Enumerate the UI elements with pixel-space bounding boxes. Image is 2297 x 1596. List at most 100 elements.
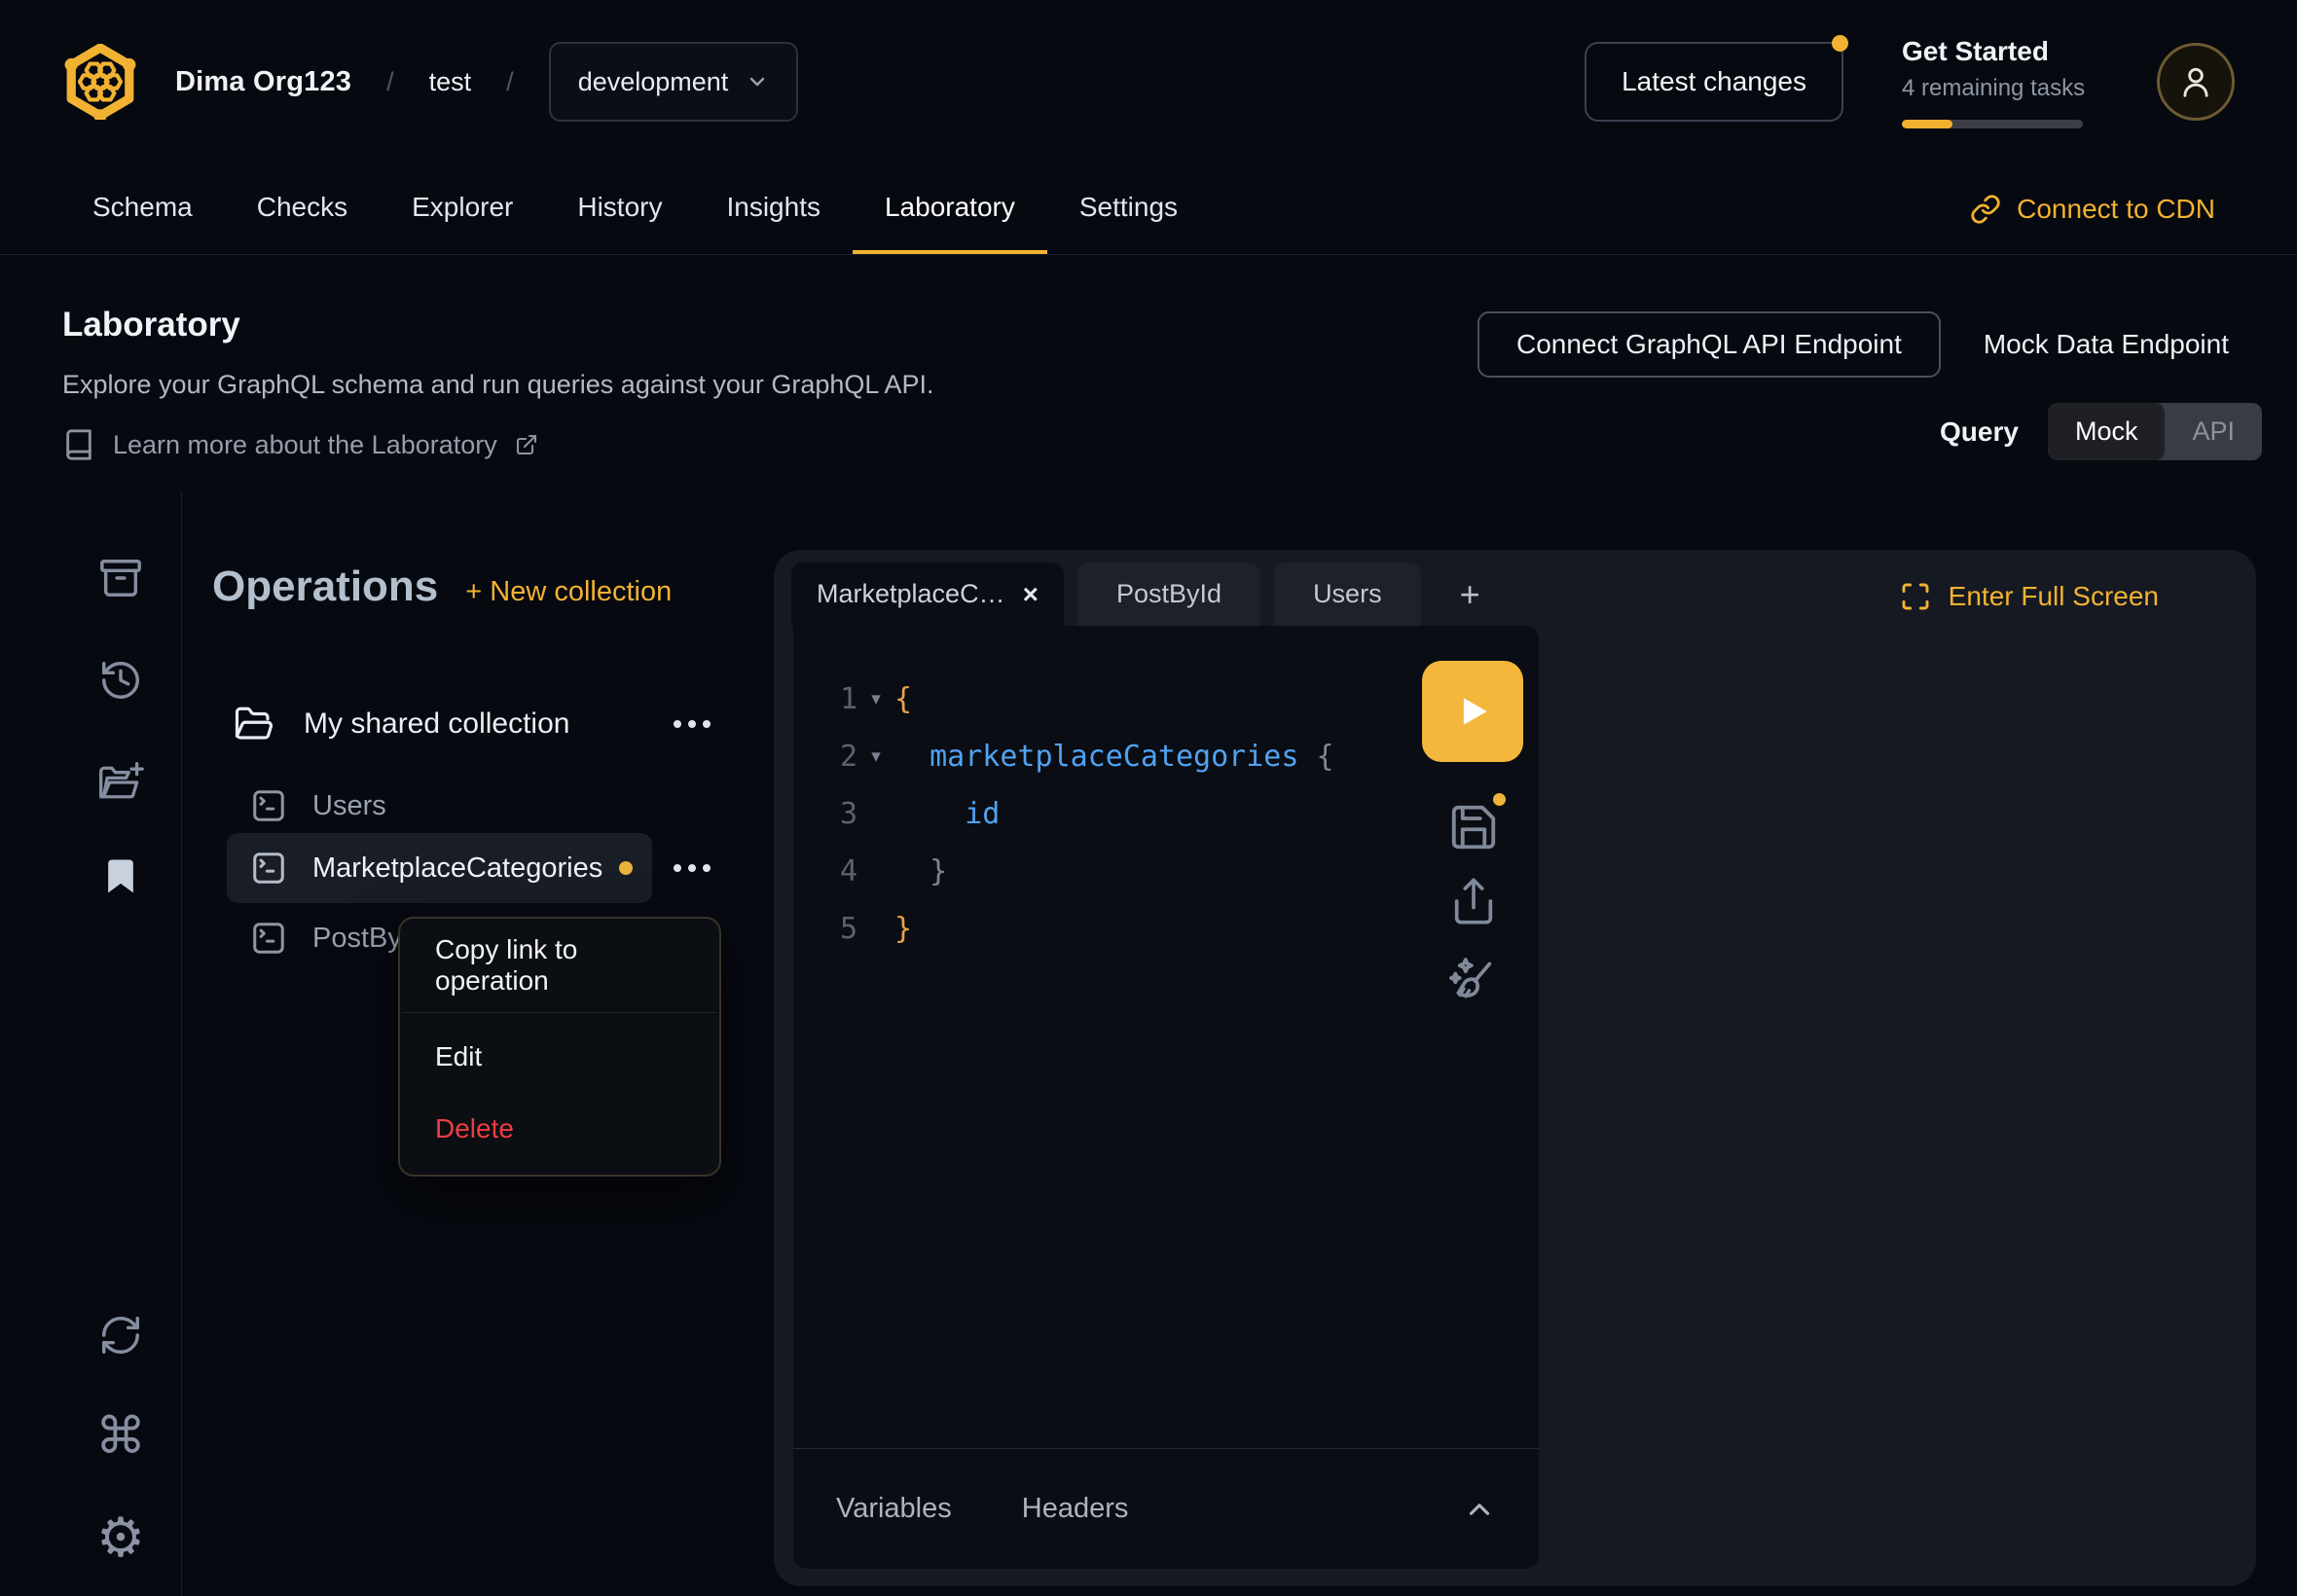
tab-checks[interactable]: Checks (225, 163, 380, 254)
external-link-icon (515, 433, 538, 456)
latest-changes-button[interactable]: Latest changes (1585, 42, 1843, 122)
get-started-subtitle: 4 remaining tasks (1902, 75, 2087, 102)
operation-label: Users (312, 790, 386, 822)
headers-tab[interactable]: Headers (1022, 1493, 1129, 1525)
endpoint-actions: Connect GraphQL API Endpoint Mock Data E… (1477, 311, 2229, 378)
operations-header: Operations + New collection (212, 562, 672, 611)
breadcrumb: Dima Org123 / test / development (175, 42, 798, 122)
query-editor-pane: 1▾{2▾ marketplaceCategories {3 id4 }5} V… (793, 626, 1539, 1569)
archive-icon (98, 556, 143, 600)
breadcrumb-org[interactable]: Dima Org123 (175, 66, 351, 98)
variables-tab[interactable]: Variables (836, 1493, 952, 1525)
connect-endpoint-button[interactable]: Connect GraphQL API Endpoint (1477, 311, 1941, 378)
rail-new-folder-button[interactable] (97, 759, 144, 806)
breadcrumb-project[interactable]: test (429, 67, 472, 97)
collection-my-shared[interactable]: My shared collection (234, 691, 652, 757)
collection-name: My shared collection (304, 707, 569, 741)
gear-icon: ⚙ (96, 1505, 145, 1570)
close-tab-icon[interactable]: × (1023, 579, 1039, 610)
mode-mock[interactable]: Mock (2048, 403, 2166, 460)
operation-label: MarketplaceCategories (312, 852, 602, 885)
laboratory-page: Dima Org123 / test / development Latest … (0, 0, 2297, 1596)
rail-settings-button[interactable]: ⚙ (97, 1514, 144, 1561)
operation-context-menu: Copy link to operation Edit Delete (398, 917, 721, 1177)
rail-collections-button[interactable] (97, 555, 144, 601)
tab-explorer[interactable]: Explorer (380, 163, 545, 254)
latest-changes-label: Latest changes (1622, 66, 1806, 97)
connect-cdn-label: Connect to CDN (2017, 194, 2215, 225)
unsaved-changes-dot (1493, 793, 1506, 806)
operation-menu-button[interactable] (674, 864, 711, 872)
square-terminal-icon (250, 850, 287, 887)
hive-logo-icon[interactable] (62, 44, 138, 120)
mode-api[interactable]: API (2165, 403, 2262, 460)
square-terminal-icon (250, 920, 287, 957)
operation-marketplace-categories[interactable]: MarketplaceCategories (227, 833, 652, 903)
operations-title: Operations (212, 562, 438, 611)
command-icon: ⌘ (95, 1407, 146, 1466)
play-icon (1451, 690, 1494, 733)
prettify-button[interactable] (1443, 951, 1504, 1011)
new-collection-button[interactable]: + New collection (465, 576, 672, 608)
menu-item-delete[interactable]: Delete (400, 1093, 719, 1165)
chevron-down-icon (746, 70, 769, 93)
tab-history[interactable]: History (545, 163, 694, 254)
page-description: Explore your GraphQL schema and run quer… (62, 370, 933, 400)
wand-sparkles-icon (1446, 954, 1501, 1008)
code-line[interactable]: 3 id (793, 785, 1539, 843)
operation-users[interactable]: Users (227, 771, 652, 841)
collection-menu-button[interactable] (674, 720, 711, 728)
learn-more-link[interactable]: Learn more about the Laboratory (62, 428, 538, 461)
tab-laboratory[interactable]: Laboratory (853, 163, 1047, 254)
editor-tab-users[interactable]: Users (1274, 562, 1421, 626)
code-line[interactable]: 5} (793, 900, 1539, 958)
page-subheader: Laboratory Explore your GraphQL schema a… (0, 255, 2297, 493)
avatar[interactable] (2157, 43, 2235, 121)
save-operation-button[interactable] (1443, 797, 1504, 857)
collapse-button[interactable] (1463, 1493, 1496, 1526)
book-icon (62, 428, 95, 461)
refresh-icon (98, 1313, 143, 1358)
menu-divider (402, 1012, 717, 1013)
tab-schema[interactable]: Schema (60, 163, 225, 254)
menu-item-copy-link[interactable]: Copy link to operation (400, 919, 719, 1012)
breadcrumb-separator: / (506, 67, 514, 97)
rail-refresh-button[interactable] (97, 1312, 144, 1359)
query-mode-toggle: Mock API (2048, 403, 2262, 460)
get-started-progress (1902, 120, 2083, 128)
editor-tab-label: MarketplaceC… (817, 579, 1005, 609)
rail-bookmarks-button[interactable] (97, 852, 144, 899)
target-select-value: development (578, 67, 729, 97)
history-icon (98, 658, 143, 703)
main-nav: Schema Checks Explorer History Insights … (0, 163, 2297, 255)
query-label: Query (1940, 417, 2019, 448)
run-query-button[interactable] (1422, 661, 1523, 762)
user-icon (2177, 63, 2214, 100)
new-tab-button[interactable]: + (1435, 562, 1506, 626)
get-started-title: Get Started (1902, 36, 2087, 67)
breadcrumb-separator: / (386, 67, 394, 97)
code-line[interactable]: 4 } (793, 843, 1539, 900)
page-title: Laboratory (62, 306, 240, 345)
rail-history-button[interactable] (97, 657, 144, 704)
tab-insights[interactable]: Insights (694, 163, 853, 254)
editor-tab-marketplace[interactable]: MarketplaceC… × (791, 562, 1064, 626)
link-icon (1970, 194, 2001, 225)
bookmark-icon (99, 854, 142, 897)
top-header: Dima Org123 / test / development Latest … (0, 0, 2297, 163)
fullscreen-label: Enter Full Screen (1949, 581, 2159, 612)
target-select[interactable]: development (549, 42, 799, 122)
share-icon (1448, 876, 1499, 926)
rail-shortcuts-button[interactable]: ⌘ (97, 1413, 144, 1460)
mock-endpoint-button[interactable]: Mock Data Endpoint (1984, 329, 2229, 360)
square-terminal-icon (250, 787, 287, 824)
editor-bottom-bar: Variables Headers (793, 1448, 1539, 1569)
menu-item-edit[interactable]: Edit (400, 1021, 719, 1093)
connect-cdn-link[interactable]: Connect to CDN (1970, 194, 2215, 225)
get-started-widget[interactable]: Get Started 4 remaining tasks (1902, 36, 2087, 128)
share-operation-button[interactable] (1443, 871, 1504, 931)
editor-tab-postbyid[interactable]: PostById (1077, 562, 1260, 626)
tab-settings[interactable]: Settings (1047, 163, 1210, 254)
unsaved-changes-dot (619, 861, 633, 875)
fullscreen-button[interactable]: Enter Full Screen (1900, 581, 2159, 612)
